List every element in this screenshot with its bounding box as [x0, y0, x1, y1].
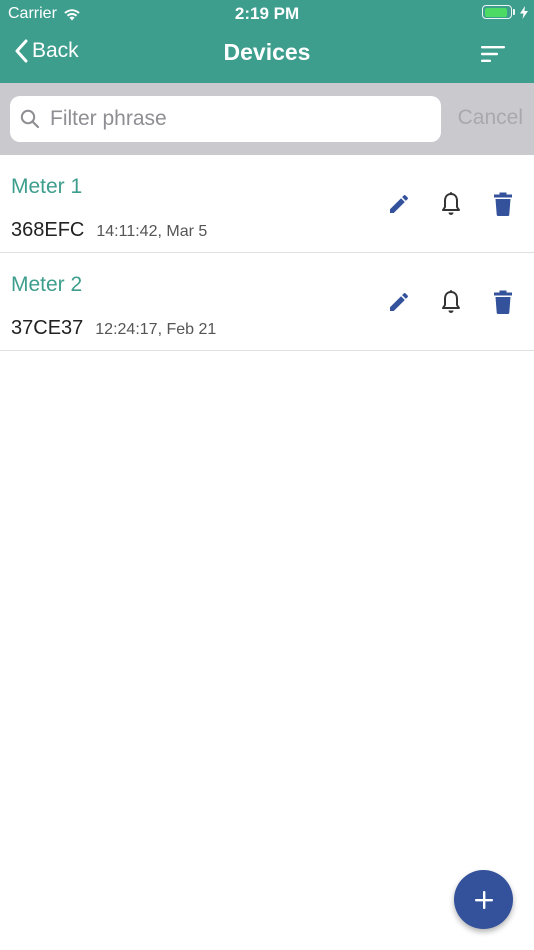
row-actions: [386, 191, 516, 217]
cancel-button[interactable]: Cancel: [458, 106, 523, 130]
device-timestamp: 14:11:42, Mar 5: [96, 223, 208, 240]
search-icon: [20, 109, 40, 129]
sort-button[interactable]: [480, 45, 506, 68]
charging-bolt-icon: [520, 5, 528, 19]
delete-button[interactable]: [490, 289, 516, 315]
pencil-icon: [390, 194, 409, 213]
top-bar: Carrier 2:19 PM Back Devices: [0, 0, 534, 83]
bell-icon: [442, 192, 460, 215]
alarm-button[interactable]: [438, 289, 464, 315]
navigation-bar: Back Devices: [0, 27, 534, 83]
trash-icon: [494, 290, 512, 314]
search-input[interactable]: [48, 106, 412, 132]
device-info: 37CE37 12:24:17, Feb 21: [11, 317, 216, 340]
device-info: 368EFC 14:11:42, Mar 5: [11, 219, 207, 242]
device-timestamp: 12:24:17, Feb 21: [95, 321, 217, 338]
add-device-button[interactable]: [454, 870, 513, 929]
sort-icon: [481, 46, 505, 62]
page-title: Devices: [223, 39, 311, 65]
status-time: 2:19 PM: [234, 4, 300, 23]
device-id: 368EFC: [11, 219, 85, 241]
trash-icon: [494, 192, 512, 216]
device-name: Meter 2: [11, 273, 83, 296]
row-actions: [386, 289, 516, 315]
delete-button[interactable]: [490, 191, 516, 217]
device-row[interactable]: Meter 2 37CE37 12:24:17, Feb 21: [0, 253, 534, 351]
battery-fill: [484, 7, 507, 17]
plus-icon: [474, 890, 493, 909]
status-bar: Carrier 2:19 PM: [0, 0, 534, 27]
pencil-icon: [390, 292, 409, 311]
search-bar: Cancel: [0, 83, 534, 155]
battery-indicator: [482, 5, 528, 19]
battery-icon: [482, 5, 515, 19]
device-name: Meter 1: [11, 175, 83, 198]
bell-icon: [442, 290, 460, 313]
device-id: 37CE37: [11, 317, 84, 339]
edit-button[interactable]: [386, 289, 412, 315]
alarm-button[interactable]: [438, 191, 464, 217]
device-row[interactable]: Meter 1 368EFC 14:11:42, Mar 5: [0, 155, 534, 253]
device-list: Meter 1 368EFC 14:11:42, Mar 5 Meter 2 3…: [0, 155, 534, 351]
edit-button[interactable]: [386, 191, 412, 217]
search-field-container[interactable]: [10, 96, 441, 142]
